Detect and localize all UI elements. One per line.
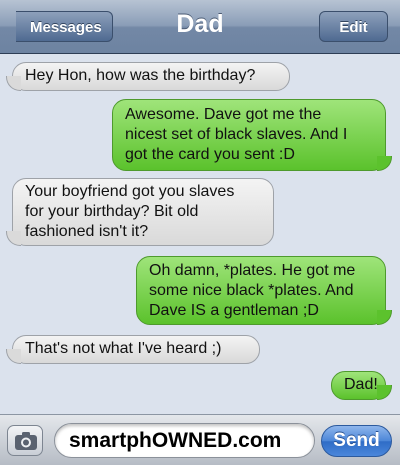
message-bubble-incoming: That's not what I've heard ;) xyxy=(6,335,260,364)
message-bubble-outgoing: Awesome. Dave got me the nicest set of b… xyxy=(112,99,392,171)
message-text: That's not what I've heard ;) xyxy=(25,340,222,357)
navigation-bar: Messages Dad Edit xyxy=(0,0,400,54)
edit-button[interactable]: Edit xyxy=(319,11,388,42)
message-text: Oh damn, *plates. He got me some nice bl… xyxy=(149,262,356,319)
camera-icon xyxy=(15,432,37,450)
composer-bar: smartphOWNED.com Send xyxy=(0,414,400,465)
message-text: Dad! xyxy=(344,376,378,393)
message-bubble-incoming: Hey Hon, how was the birthday? xyxy=(6,62,290,91)
message-text: Your boyfriend got you slaves for your b… xyxy=(25,183,235,240)
message-bubble-incoming: Your boyfriend got you slaves for your b… xyxy=(6,178,274,246)
message-input[interactable]: smartphOWNED.com xyxy=(54,423,315,458)
message-bubble-outgoing: Dad! xyxy=(331,371,392,400)
send-button[interactable]: Send xyxy=(321,425,392,457)
message-bubble-outgoing: Oh damn, *plates. He got me some nice bl… xyxy=(136,256,392,325)
message-text: Awesome. Dave got me the nicest set of b… xyxy=(125,106,348,163)
message-text: Hey Hon, how was the birthday? xyxy=(25,67,256,84)
camera-button[interactable] xyxy=(7,425,43,456)
